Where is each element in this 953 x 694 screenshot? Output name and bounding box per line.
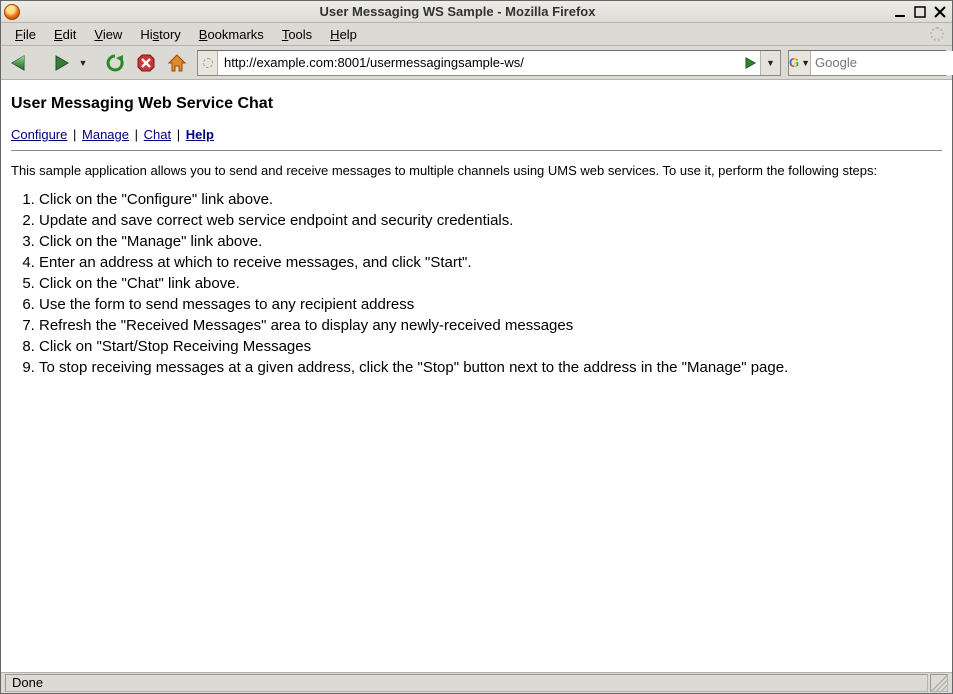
separator: | bbox=[73, 127, 76, 142]
list-item: Click on the "Manage" link above. bbox=[39, 232, 942, 251]
go-button[interactable] bbox=[740, 56, 760, 70]
back-button[interactable] bbox=[7, 50, 33, 76]
chevron-down-icon: ▼ bbox=[801, 58, 810, 68]
menu-bookmarks[interactable]: Bookmarks bbox=[191, 25, 272, 44]
link-chat[interactable]: Chat bbox=[144, 127, 171, 142]
separator: | bbox=[177, 127, 180, 142]
location-bar[interactable]: ▼ bbox=[197, 50, 781, 76]
separator: | bbox=[135, 127, 138, 142]
horizontal-rule bbox=[11, 150, 942, 151]
page-title: User Messaging Web Service Chat bbox=[11, 95, 942, 113]
search-input[interactable] bbox=[811, 51, 953, 75]
site-identity-icon[interactable] bbox=[198, 51, 218, 75]
intro-text: This sample application allows you to se… bbox=[11, 163, 942, 178]
search-engine-button[interactable]: G▼ bbox=[789, 51, 811, 75]
steps-list: Click on the "Configure" link above. Upd… bbox=[39, 190, 942, 377]
url-history-dropdown[interactable]: ▼ bbox=[760, 51, 780, 75]
url-input[interactable] bbox=[218, 51, 740, 75]
search-box[interactable]: G▼ bbox=[788, 50, 946, 76]
link-manage[interactable]: Manage bbox=[82, 127, 129, 142]
list-item: Click on "Start/Stop Receiving Messages bbox=[39, 337, 942, 356]
forward-dropdown[interactable]: ▼ bbox=[78, 50, 88, 76]
navigation-toolbar: ▼ ▼ G▼ bbox=[1, 46, 952, 80]
page-nav-links: Configure | Manage | Chat | Help bbox=[11, 127, 942, 142]
list-item: Enter an address at which to receive mes… bbox=[39, 253, 942, 272]
menu-file[interactable]: File bbox=[7, 25, 44, 44]
window-titlebar: User Messaging WS Sample - Mozilla Firef… bbox=[1, 1, 952, 23]
home-button[interactable] bbox=[164, 50, 190, 76]
forward-button[interactable] bbox=[47, 50, 73, 76]
list-item: Update and save correct web service endp… bbox=[39, 211, 942, 230]
window-title: User Messaging WS Sample - Mozilla Firef… bbox=[23, 4, 892, 19]
menu-view[interactable]: View bbox=[86, 25, 130, 44]
list-item: Click on the "Configure" link above. bbox=[39, 190, 942, 209]
menu-help[interactable]: Help bbox=[322, 25, 365, 44]
menu-tools[interactable]: Tools bbox=[274, 25, 320, 44]
menu-file-rest: ile bbox=[23, 27, 36, 42]
content-area: User Messaging Web Service Chat Configur… bbox=[1, 80, 952, 671]
list-item: To stop receiving messages at a given ad… bbox=[39, 358, 942, 377]
reload-button[interactable] bbox=[102, 50, 128, 76]
firefox-icon bbox=[4, 4, 20, 20]
link-help[interactable]: Help bbox=[186, 127, 214, 142]
link-configure[interactable]: Configure bbox=[11, 127, 67, 142]
list-item: Refresh the "Received Messages" area to … bbox=[39, 316, 942, 335]
stop-button[interactable] bbox=[133, 50, 159, 76]
status-text: Done bbox=[5, 674, 928, 692]
close-button[interactable] bbox=[932, 5, 948, 19]
google-icon: G bbox=[789, 55, 799, 70]
activity-throbber-icon bbox=[928, 25, 946, 43]
menubar: File Edit View History Bookmarks Tools H… bbox=[1, 23, 952, 46]
window-buttons bbox=[892, 5, 952, 19]
status-bar: Done bbox=[1, 671, 952, 693]
minimize-button[interactable] bbox=[892, 5, 908, 19]
list-item: Use the form to send messages to any rec… bbox=[39, 295, 942, 314]
list-item: Click on the "Chat" link above. bbox=[39, 274, 942, 293]
menu-edit[interactable]: Edit bbox=[46, 25, 84, 44]
maximize-button[interactable] bbox=[912, 5, 928, 19]
resize-grip-icon[interactable] bbox=[930, 674, 948, 692]
page-body: User Messaging Web Service Chat Configur… bbox=[1, 81, 952, 389]
menu-history[interactable]: History bbox=[132, 25, 188, 44]
